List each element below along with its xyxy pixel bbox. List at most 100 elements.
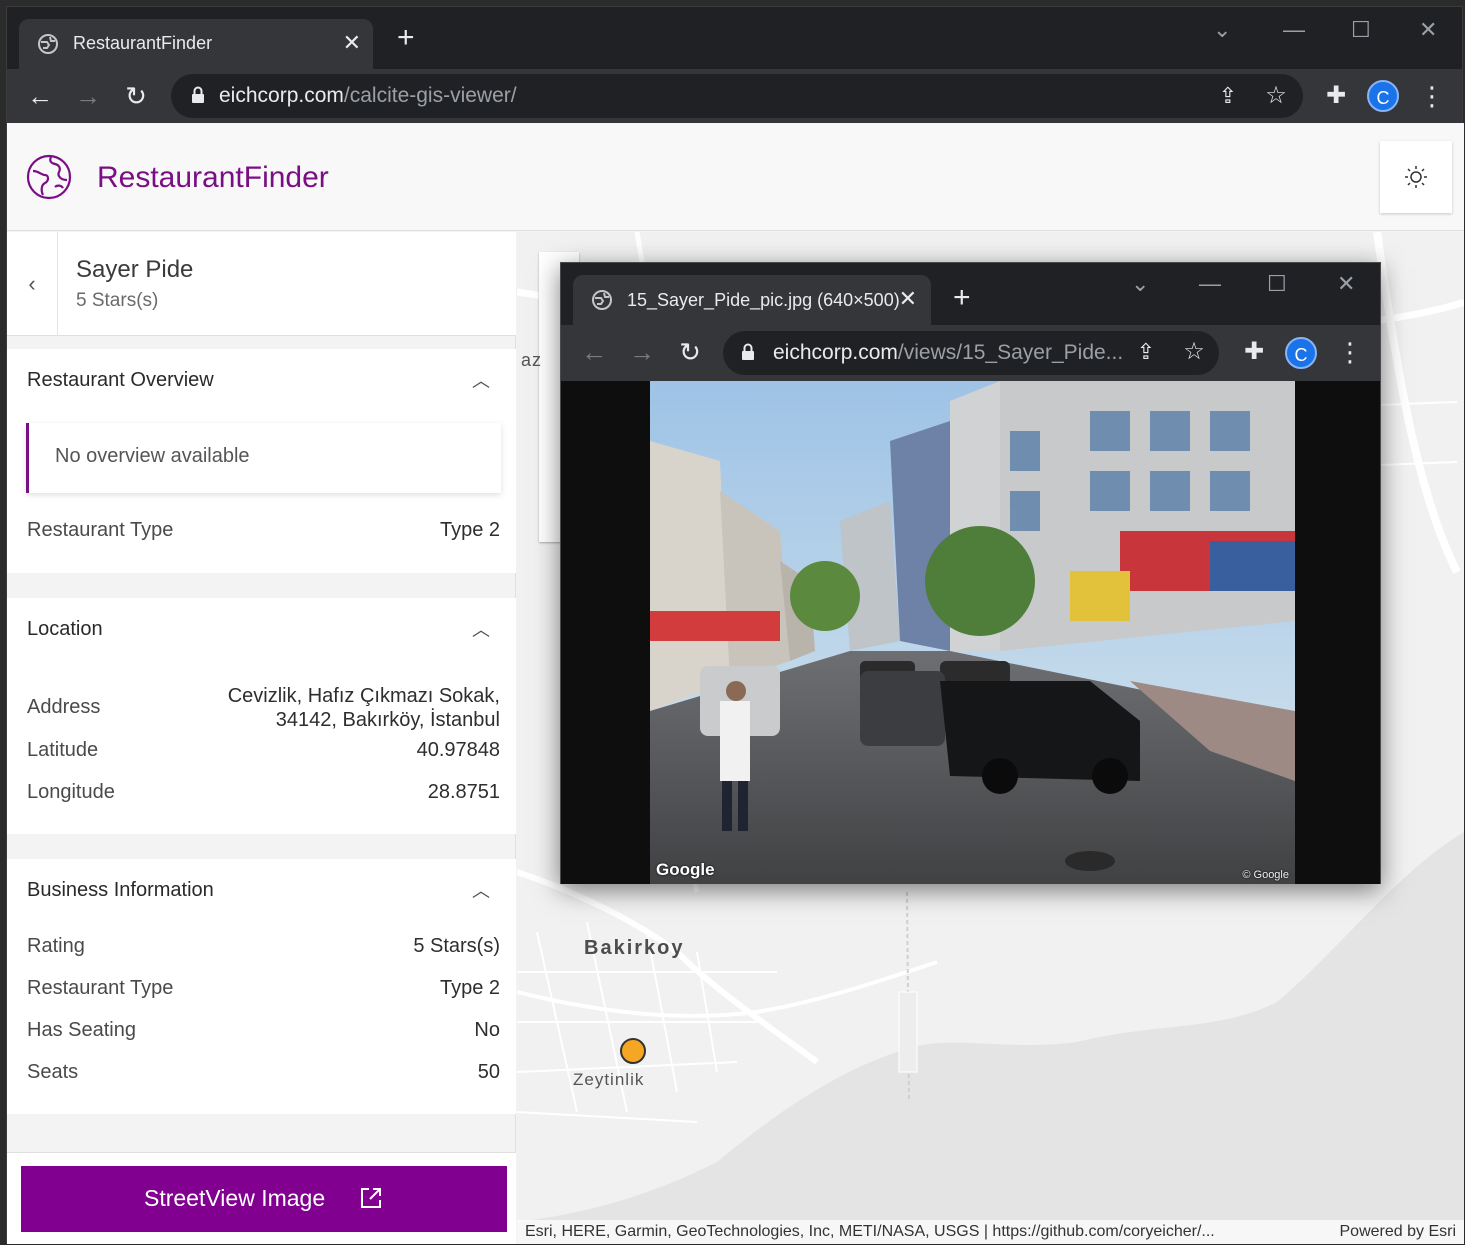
place-label-major: Bakirkoy — [584, 937, 685, 959]
popup-tab-title: 15_Sayer_Pide_pic.jpg (640×500) — [627, 290, 900, 310]
back-icon[interactable]: ← — [25, 81, 55, 111]
close-window-icon[interactable]: ✕ — [1419, 17, 1437, 43]
menu-kebab-icon[interactable]: ⋮ — [1335, 337, 1365, 367]
address-row: Address Cevizlik, Hafız Çıkmazı Sokak, 34… — [27, 684, 500, 734]
row-label: Restaurant Type — [27, 977, 174, 999]
address-value: Cevizlik, Hafız Çıkmazı Sokak, 34142, Bak… — [228, 684, 500, 732]
external-link-icon — [361, 1188, 381, 1208]
row-value: Type 2 — [439, 977, 500, 999]
business-heading[interactable]: Business Information — [27, 879, 214, 902]
streetview-button[interactable]: StreetView Image — [21, 1166, 507, 1232]
app-title: RestaurantFinder — [97, 161, 329, 194]
row-value: Type 2 — [439, 519, 500, 541]
forward-icon[interactable]: → — [73, 81, 103, 111]
minimize-icon[interactable]: — — [1199, 271, 1221, 297]
panel-header: ‹ Sayer Pide 5 Stars(s) — [7, 232, 516, 336]
extensions-icon[interactable]: ✚ — [1321, 81, 1351, 111]
forward-icon[interactable]: → — [627, 337, 657, 367]
chevron-up-icon[interactable]: ︿ — [472, 616, 490, 642]
share-icon[interactable]: ⇪ — [1131, 337, 1161, 367]
business-block: Business Information ︿ Rating 5 Stars(s)… — [7, 859, 516, 1114]
theme-toggle-button[interactable] — [1380, 141, 1452, 213]
row-value: No — [474, 1019, 500, 1041]
sun-icon — [1405, 166, 1427, 188]
app-header: RestaurantFinder — [7, 123, 1464, 231]
street-scene-image — [650, 381, 1295, 884]
tab-strip: RestaurantFinder ✕ + ⌄ — ☐ ✕ — [7, 7, 1462, 69]
row-value: 28.8751 — [427, 781, 500, 803]
back-icon[interactable]: ← — [579, 337, 609, 367]
share-icon[interactable]: ⇪ — [1213, 81, 1243, 111]
globe-icon — [38, 34, 58, 54]
menu-kebab-icon[interactable]: ⋮ — [1417, 81, 1447, 111]
overview-block: Restaurant Overview ︿ No overview availa… — [7, 349, 516, 573]
popup-tab-strip: 15_Sayer_Pide_pic.jpg (640×500) ✕ + ⌄ — … — [561, 263, 1380, 325]
overview-heading[interactable]: Restaurant Overview — [27, 369, 214, 392]
row-label: Rating — [27, 935, 85, 957]
popup-toolbar: ← → ↻ eichcorp.com/views/15_Sayer_Pide..… — [561, 325, 1380, 381]
chevron-up-icon[interactable]: ︿ — [472, 367, 490, 393]
bookmark-star-icon[interactable]: ☆ — [1179, 337, 1209, 367]
url-text: eichcorp.com/calcite-gis-viewer/ — [219, 84, 517, 108]
powered-by-text[interactable]: Powered by Esri — [1340, 1223, 1457, 1241]
row-label: Restaurant Type — [27, 519, 174, 541]
chevron-up-icon[interactable]: ︿ — [472, 877, 490, 903]
minimize-icon[interactable]: — — [1283, 17, 1305, 43]
popup-tab[interactable]: 15_Sayer_Pide_pic.jpg (640×500) ✕ — [573, 275, 931, 325]
maximize-icon[interactable]: ☐ — [1351, 17, 1371, 43]
row-value: 40.97848 — [416, 739, 500, 761]
streetview-button-label: StreetView Image — [144, 1185, 326, 1211]
lock-icon — [742, 343, 754, 360]
address-bar[interactable]: eichcorp.com/calcite-gis-viewer/ ⇪ ☆ — [171, 74, 1303, 118]
place-label-minor: Zeytinlik — [573, 1070, 645, 1089]
extensions-icon[interactable]: ✚ — [1239, 337, 1269, 367]
profile-avatar[interactable]: C — [1285, 337, 1317, 369]
url-text: eichcorp.com/views/15_Sayer_Pide... — [773, 341, 1123, 365]
row-label: Seats — [27, 1061, 79, 1083]
map-attribution: Esri, HERE, Garmin, GeoTechnologies, Inc… — [517, 1220, 1464, 1244]
lock-icon — [192, 86, 204, 103]
feature-panel: ‹ Sayer Pide 5 Stars(s) Restaurant Overv… — [7, 232, 516, 1244]
location-heading[interactable]: Location — [27, 618, 103, 641]
copyright-watermark: © Google — [1242, 869, 1289, 881]
new-tab-icon[interactable]: + — [953, 283, 971, 313]
restaurant-marker[interactable] — [620, 1038, 646, 1064]
new-tab-icon[interactable]: + — [397, 23, 415, 53]
reload-icon[interactable]: ↻ — [675, 337, 705, 367]
profile-avatar[interactable]: C — [1367, 80, 1399, 112]
google-watermark: Google — [656, 860, 715, 879]
maximize-icon[interactable]: ☐ — [1267, 271, 1287, 297]
bookmark-star-icon[interactable]: ☆ — [1261, 81, 1291, 111]
tab-title: RestaurantFinder — [73, 33, 213, 53]
restaurant-rating-summary: 5 Stars(s) — [76, 290, 159, 311]
restaurant-name: Sayer Pide — [76, 256, 194, 283]
url-host: eichcorp.com — [219, 84, 344, 107]
location-block: Location ︿ Address Cevizlik, Hafız Çıkma… — [7, 598, 516, 834]
browser-tab[interactable]: RestaurantFinder ✕ — [19, 19, 373, 69]
url-path: /calcite-gis-viewer/ — [343, 84, 517, 107]
tab-search-icon[interactable]: ⌄ — [1131, 271, 1149, 297]
url-path: /views/15_Sayer_Pide... — [897, 341, 1124, 364]
close-tab-icon[interactable]: ✕ — [343, 30, 361, 56]
close-tab-icon[interactable]: ✕ — [899, 286, 917, 312]
row-value: 50 — [477, 1061, 500, 1083]
close-window-icon[interactable]: ✕ — [1337, 271, 1355, 297]
reload-icon[interactable]: ↻ — [121, 81, 151, 111]
attribution-text[interactable]: Esri, HERE, Garmin, GeoTechnologies, Inc… — [525, 1223, 1215, 1241]
back-chevron-icon[interactable]: ‹ — [7, 232, 58, 336]
row-label: Longitude — [27, 781, 115, 803]
row-label: Has Seating — [27, 1019, 136, 1041]
globe-icon — [592, 290, 612, 310]
overview-notice: No overview available — [26, 423, 501, 493]
tab-search-icon[interactable]: ⌄ — [1213, 17, 1231, 43]
address-line-2: 34142, Bakırköy, İstanbul — [275, 709, 500, 731]
image-viewer: Google © Google — [561, 381, 1380, 884]
place-label-partial: az — [521, 350, 543, 370]
address-line-1: Cevizlik, Hafız Çıkmazı Sokak, — [227, 685, 500, 707]
notice-text: No overview available — [55, 445, 250, 467]
image-popup-window: 15_Sayer_Pide_pic.jpg (640×500) ✕ + ⌄ — … — [560, 262, 1381, 884]
globe-logo-icon — [26, 154, 72, 200]
streetview-photo[interactable]: Google © Google — [650, 381, 1295, 884]
row-value: 5 Stars(s) — [413, 935, 500, 957]
browser-toolbar: ← → ↻ eichcorp.com/calcite-gis-viewer/ ⇪… — [7, 69, 1462, 123]
